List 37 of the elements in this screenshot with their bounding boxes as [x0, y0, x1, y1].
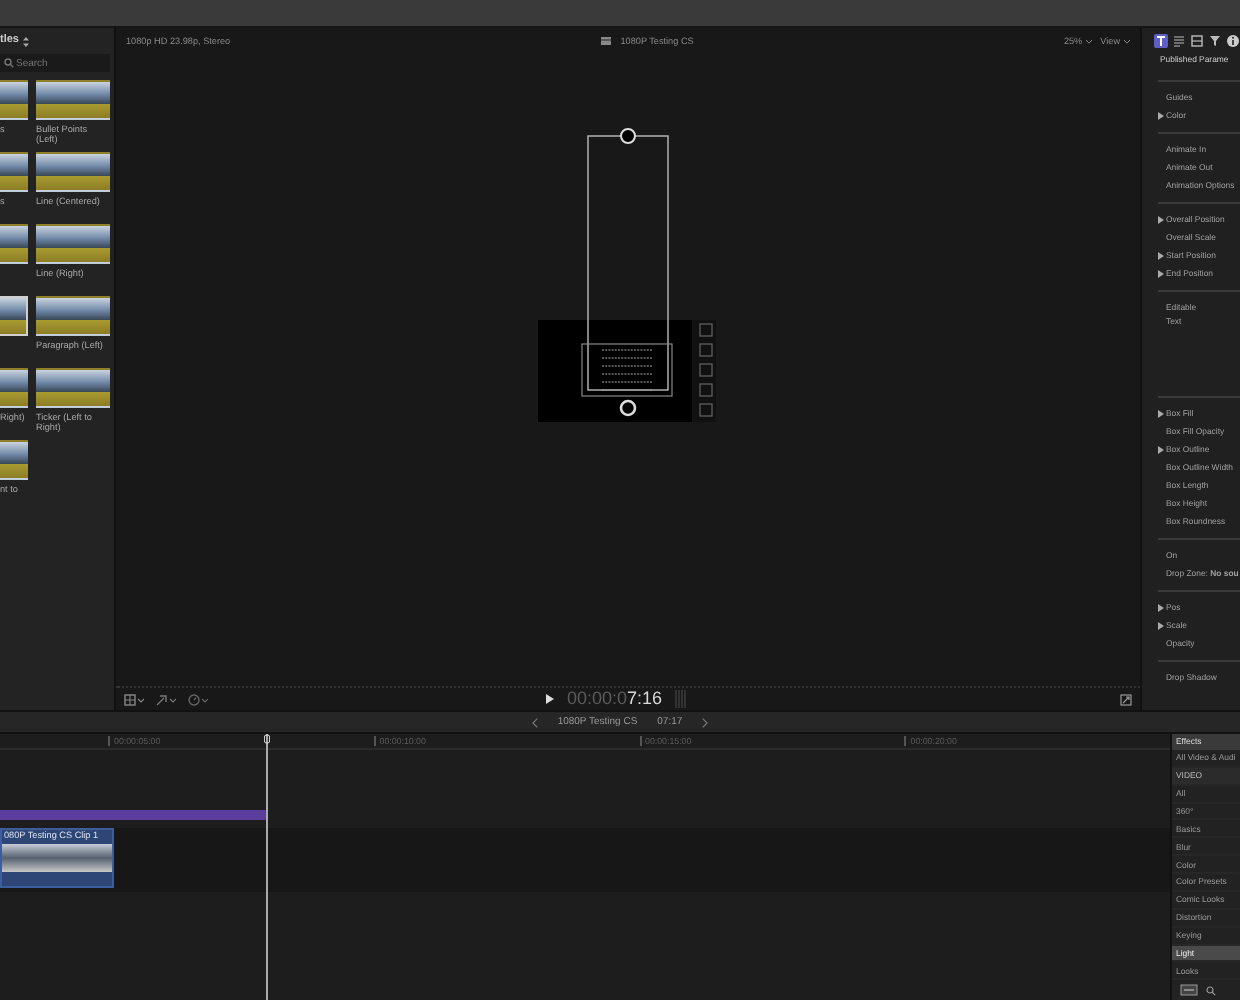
- search-icon: [4, 58, 14, 68]
- play-icon[interactable]: [546, 694, 555, 704]
- grid-dropdown-icon[interactable]: [124, 693, 144, 705]
- disclosure-triangle-icon[interactable]: [1158, 111, 1166, 119]
- caret-icon: [1124, 39, 1131, 43]
- updown-arrows-icon[interactable]: [22, 35, 31, 47]
- disclosure-triangle-icon[interactable]: [1158, 269, 1166, 277]
- funnel-tab[interactable]: [1208, 34, 1222, 48]
- audio-meter-icon: [674, 690, 686, 708]
- forward-chevron-icon[interactable]: [702, 717, 709, 727]
- back-chevron-icon[interactable]: [531, 717, 538, 727]
- crop-dropdown-icon[interactable]: [156, 693, 176, 705]
- search-icon[interactable]: [1206, 985, 1216, 996]
- clapper-icon: [600, 36, 613, 46]
- disclosure-triangle-icon[interactable]: [1158, 215, 1166, 223]
- speedometer-dropdown-icon[interactable]: [188, 693, 208, 705]
- playhead[interactable]: [264, 734, 270, 1000]
- disclosure-triangle-icon[interactable]: [1158, 621, 1166, 629]
- lines-tab[interactable]: [1172, 34, 1186, 48]
- title-thumbnail[interactable]: [36, 152, 110, 192]
- filmstrip-photo-placeholder: [2, 844, 112, 872]
- caret-icon: [1086, 39, 1093, 43]
- disclosure-triangle-icon[interactable]: [1158, 445, 1166, 453]
- title-thumbnail[interactable]: [36, 80, 110, 120]
- disclosure-triangle-icon[interactable]: [1158, 251, 1166, 259]
- title-clip-bar[interactable]: [0, 810, 266, 820]
- title-thumbnail[interactable]: [36, 296, 110, 336]
- timecode: 00:00:07:16: [566, 688, 662, 710]
- sidebar-toggle-icon[interactable]: [1180, 984, 1198, 997]
- title-tab[interactable]: [1154, 34, 1168, 48]
- disclosure-triangle-icon[interactable]: [1158, 603, 1166, 611]
- title-thumbnail[interactable]: [36, 224, 110, 264]
- disclosure-triangle-icon[interactable]: [1158, 409, 1166, 417]
- info-tab[interactable]: [1226, 34, 1240, 48]
- title-thumbnail[interactable]: [36, 368, 110, 408]
- film-tab[interactable]: [1190, 34, 1204, 48]
- fullscreen-icon[interactable]: [1120, 693, 1132, 705]
